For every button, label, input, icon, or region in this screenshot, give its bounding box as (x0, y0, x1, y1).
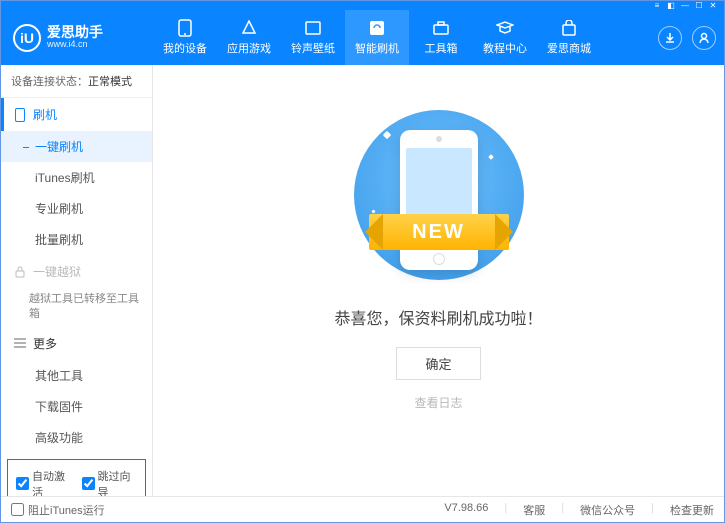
sidebar-section-flash[interactable]: 刷机 (1, 98, 152, 131)
block-itunes-checkbox[interactable]: 阻止iTunes运行 (11, 502, 105, 518)
ok-button[interactable]: 确定 (396, 347, 480, 380)
minimize-icon[interactable]: — (678, 1, 692, 10)
close-icon[interactable]: ✕ (706, 1, 720, 10)
footer-link-support[interactable]: 客服 (523, 502, 545, 518)
app-window: ≡ ◧ — ☐ ✕ iU 爱思助手 www.i4.cn 我的设备 应用游戏 铃声 (0, 0, 725, 523)
sidebar-item-other-tools[interactable]: 其他工具 (1, 360, 152, 391)
sidebar-section-more[interactable]: 更多 (1, 327, 152, 360)
success-message: 恭喜您，保资料刷机成功啦！ (334, 305, 542, 329)
footer-link-wechat[interactable]: 微信公众号 (580, 502, 635, 518)
apps-icon (240, 19, 258, 37)
maximize-icon[interactable]: ☐ (692, 1, 706, 10)
user-button[interactable] (692, 26, 716, 50)
skip-setup-checkbox[interactable]: 跳过向导 (82, 468, 138, 496)
nav-my-device[interactable]: 我的设备 (153, 10, 217, 65)
sidebar-item-batch-flash[interactable]: 批量刷机 (1, 224, 152, 255)
sidebar: 设备连接状态：正常模式 刷机 一键刷机 iTunes刷机 专业刷机 批量刷机 一… (1, 65, 153, 496)
nav-apps[interactable]: 应用游戏 (217, 10, 281, 65)
nav-label: 我的设备 (163, 40, 207, 56)
logo-icon: iU (13, 24, 41, 52)
main-content: NEW 恭喜您，保资料刷机成功啦！ 确定 查看日志 (153, 65, 724, 496)
nav-label: 教程中心 (483, 40, 527, 56)
sidebar-item-advanced[interactable]: 高级功能 (1, 422, 152, 453)
window-controls: ≡ ◧ — ☐ ✕ (1, 1, 724, 10)
nav-label: 爱思商城 (547, 40, 591, 56)
nav-tutorial[interactable]: 教程中心 (473, 10, 537, 65)
nav-label: 铃声壁纸 (291, 40, 335, 56)
more-icon (13, 336, 27, 350)
body: 设备连接状态：正常模式 刷机 一键刷机 iTunes刷机 专业刷机 批量刷机 一… (1, 65, 724, 496)
connection-status: 设备连接状态：正常模式 (1, 65, 152, 98)
tutorial-icon (496, 19, 514, 37)
version-label: V7.98.66 (444, 502, 488, 518)
new-ribbon: NEW (330, 212, 548, 252)
lock-icon (13, 265, 27, 279)
nav-label: 智能刷机 (355, 40, 399, 56)
jailbreak-note: 越狱工具已转移至工具箱 (29, 292, 142, 323)
sidebar-item-one-click-flash[interactable]: 一键刷机 (1, 131, 152, 162)
view-log-link[interactable]: 查看日志 (414, 394, 462, 411)
sidebar-item-download-firmware[interactable]: 下载固件 (1, 391, 152, 422)
success-illustration: NEW (339, 105, 539, 285)
sidebar-item-itunes-flash[interactable]: iTunes刷机 (1, 162, 152, 193)
footer-link-update[interactable]: 检查更新 (670, 502, 714, 518)
skin-icon[interactable]: ◧ (664, 1, 678, 10)
sidebar-item-pro-flash[interactable]: 专业刷机 (1, 193, 152, 224)
download-button[interactable] (658, 26, 682, 50)
header-actions (658, 26, 716, 50)
nav-smart-flash[interactable]: 智能刷机 (345, 10, 409, 65)
flash-icon (368, 19, 386, 37)
logo: iU 爱思助手 www.i4.cn (13, 24, 153, 52)
header: iU 爱思助手 www.i4.cn 我的设备 应用游戏 铃声壁纸 智能刷机 (1, 10, 724, 65)
auto-activate-checkbox[interactable]: 自动激活 (16, 468, 72, 496)
main-nav: 我的设备 应用游戏 铃声壁纸 智能刷机 工具箱 教程中心 (153, 10, 601, 65)
wallpaper-icon (304, 19, 322, 37)
footer: 阻止iTunes运行 V7.98.66 | 客服 | 微信公众号 | 检查更新 (1, 496, 724, 522)
sidebar-section-jailbreak[interactable]: 一键越狱 (1, 255, 152, 288)
app-url: www.i4.cn (47, 40, 103, 50)
menu-icon[interactable]: ≡ (650, 1, 664, 10)
phone-icon (13, 108, 27, 122)
app-title: 爱思助手 (47, 25, 103, 40)
toolbox-icon (432, 19, 450, 37)
nav-label: 工具箱 (425, 40, 458, 56)
nav-label: 应用游戏 (227, 40, 271, 56)
store-icon (560, 19, 578, 37)
nav-store[interactable]: 爱思商城 (537, 10, 601, 65)
phone-icon (176, 19, 194, 37)
options-row: 自动激活 跳过向导 (7, 459, 146, 496)
nav-toolbox[interactable]: 工具箱 (409, 10, 473, 65)
nav-ringtones[interactable]: 铃声壁纸 (281, 10, 345, 65)
